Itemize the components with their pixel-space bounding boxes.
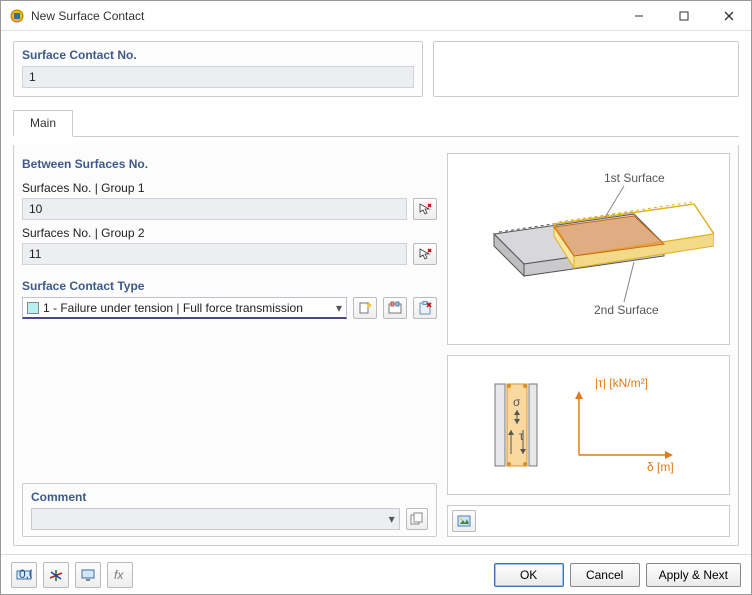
comment-group: Comment ▾ <box>22 483 437 537</box>
surface-contact-no-group: Surface Contact No. 1 <box>13 41 423 97</box>
pick-cursor-icon <box>418 202 432 216</box>
tau-delta-graph-icon: |τ| [kN/m²] δ [m] <box>559 375 689 475</box>
surface-contact-no-input[interactable]: 1 <box>22 66 414 88</box>
main-section: Between Surfaces No. Surfaces No. | Grou… <box>13 145 739 546</box>
clipboard-x-icon <box>418 301 432 315</box>
section-left: Between Surfaces No. Surfaces No. | Grou… <box>22 153 437 537</box>
pick-group2-button[interactable] <box>413 243 437 265</box>
dialog-body: Surface Contact No. 1 Main Between Surfa… <box>1 31 751 554</box>
svg-text:fx: fx <box>114 568 124 582</box>
comment-heading: Comment <box>31 490 428 504</box>
chevron-down-icon: ▾ <box>336 301 342 315</box>
second-surface-label: 2nd Surface <box>594 303 659 317</box>
contact-type-color-swatch <box>27 302 39 314</box>
picture-icon <box>457 514 471 528</box>
contact-type-heading: Surface Contact Type <box>22 279 437 293</box>
group1-label: Surfaces No. | Group 1 <box>22 181 437 195</box>
library-icon <box>388 301 402 315</box>
top-right-preview <box>433 41 739 97</box>
surface-contact-no-label: Surface Contact No. <box>22 48 414 62</box>
comment-combo[interactable]: ▾ <box>31 508 400 530</box>
svg-text:σ: σ <box>513 395 521 409</box>
new-contact-type-button[interactable] <box>353 297 377 319</box>
tab-row: Main <box>13 109 739 137</box>
display-button[interactable] <box>75 562 101 588</box>
titlebar: New Surface Contact <box>1 1 751 31</box>
app-icon <box>9 8 25 24</box>
fx-icon: fx <box>112 567 128 583</box>
group1-input[interactable]: 10 <box>22 198 407 220</box>
multi-doc-icon <box>410 512 424 526</box>
units-icon: 0,00 <box>16 567 32 583</box>
remove-contact-type-button[interactable] <box>413 297 437 319</box>
close-button[interactable] <box>706 1 751 30</box>
surface-3d-preview: 1st Surface 2nd Surface <box>447 153 730 345</box>
dialog-window: New Surface Contact Surface Contact No. … <box>0 0 752 595</box>
maximize-button[interactable] <box>661 1 706 30</box>
top-left: Surface Contact No. 1 <box>13 41 423 97</box>
yaxis-label: |τ| [kN/m²] <box>595 376 648 390</box>
pick-cursor-icon <box>418 247 432 261</box>
contact-graph-panel: σ τ |τ| [kN/m²] δ [m] <box>447 355 730 495</box>
cancel-button[interactable]: Cancel <box>570 563 640 587</box>
layer-stress-icon: σ τ <box>489 380 539 470</box>
top-strip: Surface Contact No. 1 <box>13 41 739 97</box>
window-title: New Surface Contact <box>31 9 616 23</box>
xaxis-label: δ [m] <box>647 460 674 474</box>
comment-edit-button[interactable] <box>406 508 428 530</box>
group2-input[interactable]: 11 <box>22 243 407 265</box>
section-right: 1st Surface 2nd Surface σ <box>447 153 730 537</box>
between-surfaces-heading: Between Surfaces No. <box>22 157 437 171</box>
pick-panel <box>447 505 730 537</box>
pick-group1-button[interactable] <box>413 198 437 220</box>
function-button[interactable]: fx <box>107 562 133 588</box>
monitor-icon <box>80 567 96 583</box>
pick-image-button[interactable] <box>452 510 476 532</box>
group2-label: Surfaces No. | Group 2 <box>22 226 437 240</box>
surface-preview-icon: 1st Surface 2nd Surface <box>464 164 714 334</box>
units-button[interactable]: 0,00 <box>11 562 37 588</box>
chevron-down-icon: ▾ <box>389 512 395 526</box>
new-doc-star-icon <box>358 301 372 315</box>
footer: 0,00 fx OK Cancel Apply & Next <box>1 554 751 594</box>
coord-button[interactable] <box>43 562 69 588</box>
svg-text:0,00: 0,00 <box>19 567 32 581</box>
contact-type-selected: 1 - Failure under tension | Full force t… <box>43 301 332 315</box>
edit-contact-type-button[interactable] <box>383 297 407 319</box>
contact-type-combo[interactable]: 1 - Failure under tension | Full force t… <box>22 297 347 319</box>
minimize-button[interactable] <box>616 1 661 30</box>
tab-main[interactable]: Main <box>13 110 73 137</box>
first-surface-label: 1st Surface <box>604 171 665 185</box>
apply-next-button[interactable]: Apply & Next <box>646 563 741 587</box>
axes-icon <box>48 567 64 583</box>
ok-button[interactable]: OK <box>494 563 564 587</box>
